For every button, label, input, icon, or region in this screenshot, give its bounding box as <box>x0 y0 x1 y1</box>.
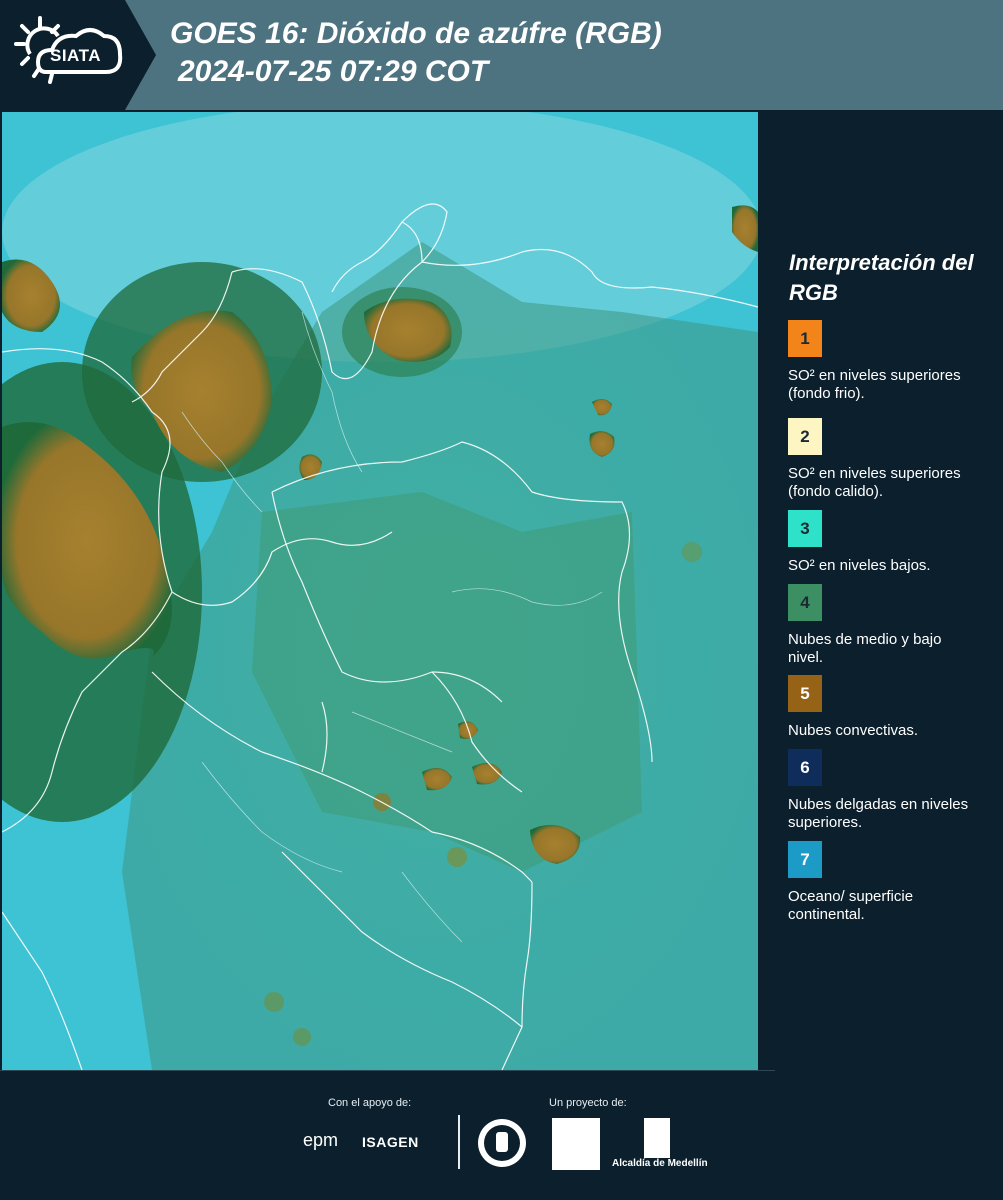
legend-text-7: Oceano/ superficie continental. <box>788 888 914 923</box>
legend-swatch-5: 5 <box>788 675 822 712</box>
epm-logo: epm <box>303 1130 339 1150</box>
legend-panel: Interpretación del RGB 1 SO² en niveles … <box>760 112 1003 1070</box>
legend-item-3: 3 SO² en niveles bajos. <box>788 510 998 575</box>
legend-swatch-2: 2 <box>788 418 822 455</box>
logo-text: SIATA <box>50 46 101 65</box>
siata-logo: SIATA <box>0 0 156 110</box>
alcaldia-crest-icon <box>644 1118 670 1158</box>
legend-text-2: SO² en niveles superiores (fondo calido)… <box>788 465 961 500</box>
legend-text-6: Nubes delgadas en niveles superiores. <box>788 796 969 831</box>
legend-item-5: 5 Nubes convectivas. <box>788 675 998 740</box>
page-subtitle-timestamp: 2024-07-25 07:29 COT <box>178 55 489 88</box>
footer-divider-line <box>0 1070 775 1071</box>
legend-item-6: 6 Nubes delgadas en niveles superiores. <box>788 749 998 832</box>
legend-title: Interpretación del RGB <box>789 250 974 305</box>
page-title: GOES 16: Dióxido de azúfre (RGB) <box>170 17 662 50</box>
satellite-map[interactable] <box>2 112 758 1070</box>
project-label: Un proyecto de: <box>549 1097 627 1109</box>
legend-text-4: Nubes de medio y bajo nivel. <box>788 631 942 666</box>
footer-vertical-divider <box>458 1115 460 1169</box>
legend-item-7: 7 Oceano/ superficie continental. <box>788 841 998 924</box>
support-label: Con el apoyo de: <box>328 1097 412 1109</box>
medellin-seal-icon <box>478 1119 526 1167</box>
legend-swatch-1: 1 <box>788 320 822 357</box>
legend-item-1: 1 SO² en niveles superiores (fondo frio)… <box>788 320 998 403</box>
legend-swatch-4: 4 <box>788 584 822 621</box>
legend-swatch-6: 6 <box>788 749 822 786</box>
area-metropolitana-logo <box>552 1118 600 1170</box>
header-bar: SIATA GOES 16: Dióxido de azúfre (RGB) 2… <box>0 0 1003 110</box>
legend-item-2: 2 SO² en niveles superiores (fondo calid… <box>788 418 998 501</box>
legend-text-1: SO² en niveles superiores (fondo frio). <box>788 367 961 402</box>
isagen-logo: ISAGEN <box>362 1134 419 1150</box>
legend-text-5: Nubes convectivas. <box>788 722 919 739</box>
legend-swatch-3: 3 <box>788 510 822 547</box>
footer: Con el apoyo de: Un proyecto de: epm ISA… <box>0 1070 1003 1200</box>
legend-text-3: SO² en niveles bajos. <box>788 557 931 574</box>
rgb-composite-image <box>2 112 758 1070</box>
alcaldia-label: Alcaldía de Medellín <box>612 1158 708 1169</box>
legend-swatch-7: 7 <box>788 841 822 878</box>
legend-item-4: 4 Nubes de medio y bajo nivel. <box>788 584 998 667</box>
